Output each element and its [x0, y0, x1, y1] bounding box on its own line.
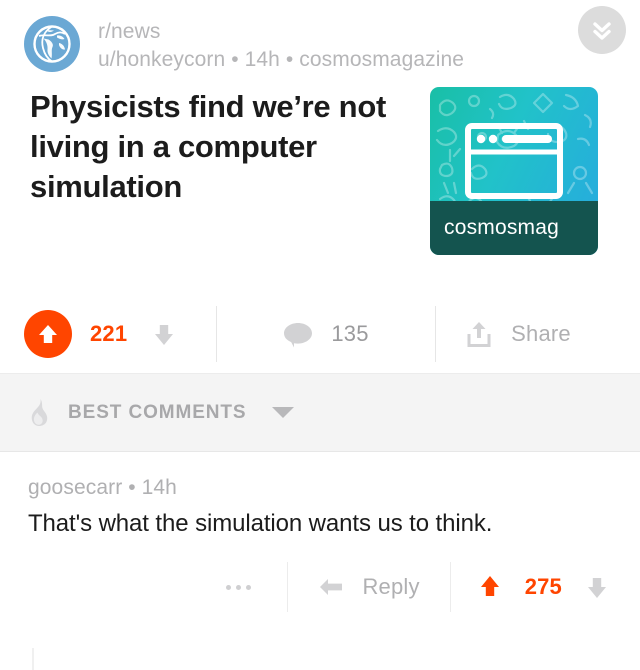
upvote-arrow-icon — [480, 576, 499, 597]
more-options-icon-dot2 — [236, 584, 242, 590]
comment-vote-group: 275 — [451, 573, 610, 601]
comment-thread-line — [32, 648, 34, 670]
post-title[interactable]: Physicists find we’re not living in a co… — [30, 87, 430, 206]
post-comments-button[interactable]: 135 — [217, 320, 435, 348]
browser-window-icon — [465, 123, 563, 200]
post-score: 221 — [90, 321, 128, 347]
comment-upvote-button[interactable] — [477, 573, 503, 601]
comment-item: goosecarr • 14h That's what the simulati… — [0, 452, 640, 670]
post-upvote-button[interactable] — [24, 310, 72, 359]
post-share-label: Share — [511, 321, 571, 347]
double-chevron-down-icon — [593, 22, 611, 40]
post-header: r/news u/honkeycorn • 14h • cosmosmagazi… — [0, 0, 640, 73]
thumbnail-domain-label: cosmosmag — [444, 216, 560, 240]
post-share-button[interactable]: Share — [436, 319, 640, 349]
comment-body: That's what the simulation wants us to t… — [28, 510, 493, 538]
post-comment-count: 135 — [331, 321, 369, 347]
subreddit-name[interactable]: r/news — [98, 18, 624, 46]
downvote-arrow-icon — [588, 578, 606, 599]
more-options-icon — [226, 584, 232, 590]
upvote-arrow-icon — [39, 325, 57, 344]
comment-reply-button[interactable]: Reply — [288, 574, 449, 600]
caret-down-icon[interactable] — [272, 407, 295, 419]
reddit-post-screen: r/news u/honkeycorn • 14h • cosmosmagazi… — [0, 0, 640, 670]
share-icon — [467, 322, 491, 348]
collapse-post-button[interactable] — [578, 6, 626, 54]
comment-reply-label: Reply — [362, 574, 420, 600]
subreddit-avatar[interactable] — [24, 16, 80, 72]
post-thumbnail[interactable]: cosmosmag — [430, 87, 598, 256]
comment-more-options-button[interactable] — [190, 584, 287, 590]
more-options-icon-dot3 — [246, 584, 252, 590]
comment-action-bar: Reply 275 — [28, 556, 614, 618]
post-byline: u/honkeycorn • 14h • cosmosmagazine — [98, 47, 465, 71]
reply-arrow-icon — [320, 579, 343, 596]
comment-bubble-icon — [284, 323, 313, 348]
post-vote-group: 221 — [24, 310, 216, 359]
comment-score: 275 — [524, 574, 562, 600]
post-downvote-button[interactable] — [151, 320, 177, 348]
post-body: Physicists find we’re not living in a co… — [0, 73, 640, 256]
comment-downvote-button[interactable] — [584, 573, 610, 601]
comments-sort-bar[interactable]: BEST COMMENTS — [0, 373, 640, 453]
thumbnail-footer: cosmosmag — [430, 201, 598, 256]
downvote-arrow-icon — [155, 325, 174, 346]
comments-sort-label: BEST COMMENTS — [68, 401, 247, 423]
post-card: r/news u/honkeycorn • 14h • cosmosmagazi… — [0, 0, 640, 374]
globe-icon — [27, 19, 77, 69]
post-meta: r/news u/honkeycorn • 14h • cosmosmagazi… — [98, 16, 624, 73]
flame-icon — [31, 398, 48, 426]
comment-meta: goosecarr • 14h — [28, 476, 177, 500]
post-action-bar: 221 135 Share — [0, 295, 640, 373]
